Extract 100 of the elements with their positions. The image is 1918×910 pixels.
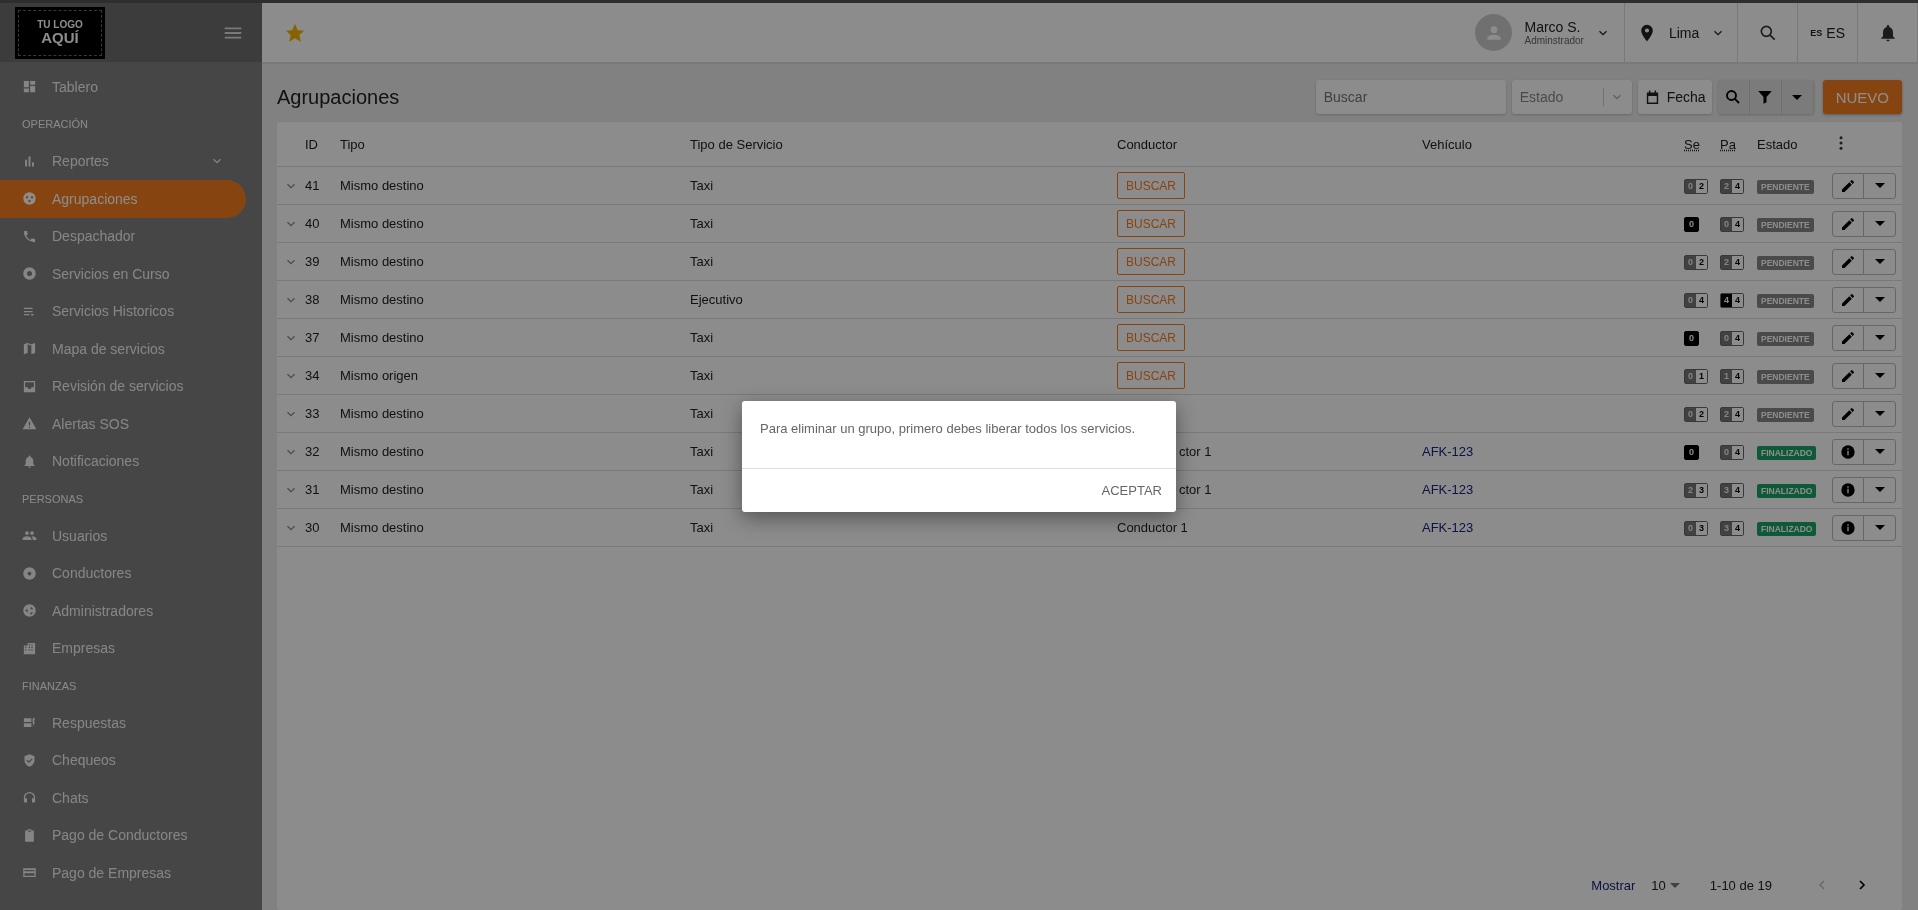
page-title: Agrupaciones [277,85,401,109]
status-badge: PENDIENTE [1757,256,1814,270]
pencil-icon [1840,329,1856,346]
search-button[interactable] [1717,80,1750,114]
sidebar-item[interactable]: Usuarios [0,517,246,555]
sidebar-item[interactable]: Pago de Empresas [0,854,246,892]
sidebar-item[interactable]: Chequeos [0,741,246,779]
table-cell: Mismo destino [340,444,424,459]
search-field[interactable]: Buscar [1315,80,1506,114]
sidebar-item[interactable]: Empresas [0,629,246,667]
caret-icon [1669,882,1680,888]
count-badge: 0 [1684,444,1699,460]
user-role: Adminstrador [1524,35,1584,46]
count-badge: 2 3 [1684,482,1709,498]
status-badge: PENDIENTE [1757,332,1814,346]
count-badge: 3 4 [1720,482,1745,498]
status-badge: PENDIENTE [1757,180,1814,194]
driver-name: Conductor 1 [1117,520,1188,535]
count-badge: 1 4 [1720,368,1745,384]
sidebar-item[interactable]: Servicios en Curso [0,255,246,293]
info-icon [1840,481,1856,498]
dialog-message: Para eliminar un grupo, primero debes liberar todos los servicios. [759,420,1136,438]
sidebar-item[interactable]: Despachador [0,217,246,255]
sidebar-item[interactable]: Chats [0,779,246,817]
accept-button[interactable]: ACEPTAR [1095,474,1168,506]
pencil-icon [1840,367,1856,384]
sidebar-item[interactable]: Administradores [0,592,246,630]
filter-button[interactable] [1749,80,1782,114]
sidebar-item[interactable]: Notificaciones [0,442,246,480]
caret-icon [1874,259,1885,264]
count-badge: 0 4 [1720,330,1745,346]
table-cell: Taxi [690,330,714,345]
table-cell: Taxi [690,216,714,231]
count-badge: 0 4 [1720,216,1745,232]
table-cell: 30 [305,520,320,535]
pencil-icon [1840,177,1856,194]
status-badge: FINALIZADO [1757,446,1817,460]
table-cell: AFK-123 [1422,444,1474,459]
search-driver-button[interactable]: BUSCAR [1117,362,1185,389]
status-select[interactable]: Estado [1511,80,1632,114]
pencil-icon [1840,291,1856,308]
section-heading: PERSONAS [21,491,85,507]
table-cell: Mismo destino [340,406,424,421]
date-button[interactable]: Fecha [1637,80,1712,114]
search-driver-button[interactable]: BUSCAR [1117,210,1185,237]
sidebar-item[interactable]: Respuestas [0,704,246,742]
table-cell: 40 [305,216,320,231]
pencil-icon [1840,215,1856,232]
map-icon [22,341,37,357]
table-cell: Mismo destino [340,482,424,497]
headset-icon [22,790,37,806]
page-size-select[interactable]: 10 [1651,877,1680,893]
table-cell: Taxi [690,444,714,459]
sidebar-item[interactable]: Pago de Conductores [0,816,246,854]
caret-icon [1874,373,1885,378]
status-badge: PENDIENTE [1757,408,1814,422]
search-driver-button[interactable]: BUSCAR [1117,248,1185,275]
search-driver-button[interactable]: BUSCAR [1117,172,1185,199]
sidebar-item[interactable]: Reportes [0,142,246,180]
table-cell: 31 [305,482,320,497]
count-badge: 0 3 [1684,520,1709,536]
dropdown-button[interactable] [1781,80,1814,114]
count-badge: 2 4 [1720,178,1745,194]
sidebar-item[interactable]: Tablero [0,68,246,106]
count-badge: 0 [1684,330,1699,346]
status-badge: PENDIENTE [1757,370,1814,384]
table-cell: Taxi [690,482,714,497]
sidebar-item[interactable]: Alertas SOS [0,405,246,443]
count-badge: 0 4 [1720,444,1745,460]
table-cell: Mismo destino [340,330,424,345]
inbox-icon [22,378,37,394]
sidebar-item[interactable]: Conductores [0,554,246,592]
city-name[interactable]: Lima [1668,24,1700,41]
count-badge: 0 [1684,216,1699,232]
user-name: Marco S. [1524,19,1582,35]
search-driver-button[interactable]: BUSCAR [1117,324,1185,351]
dashboard-icon [22,79,37,95]
table-cell: Mismo destino [340,216,424,231]
table-cell: Taxi [690,406,714,421]
column-header: Pa [1720,136,1736,152]
sidebar-item[interactable]: Servicios Historicos [0,292,246,330]
status-badge: FINALIZADO [1757,522,1817,536]
page-size-label: Mostrar [1591,877,1636,893]
sidebar-item[interactable]: Agrupaciones [0,180,246,218]
logo: TU LOGO AQUÍ [18,9,102,56]
status-badge: PENDIENTE [1757,294,1814,308]
language-button[interactable]: ES ES [1798,3,1858,62]
column-header: Conductor [1117,136,1177,152]
status-badge: FINALIZADO [1757,484,1817,498]
new-button[interactable]: NUEVO [1822,80,1902,114]
table-cell: 34 [305,368,320,383]
driver-name: ctor 1 [1179,444,1212,459]
table-cell: Ejecutivo [690,292,743,307]
count-badge: 0 2 [1684,254,1709,270]
sidebar-item[interactable]: Mapa de servicios [0,330,246,368]
sidebar-item[interactable]: Revisión de servicios [0,367,246,405]
count-badge: 2 4 [1720,254,1745,270]
count-badge: 2 4 [1720,406,1745,422]
search-driver-button[interactable]: BUSCAR [1117,286,1185,313]
pencil-icon [1840,405,1856,422]
